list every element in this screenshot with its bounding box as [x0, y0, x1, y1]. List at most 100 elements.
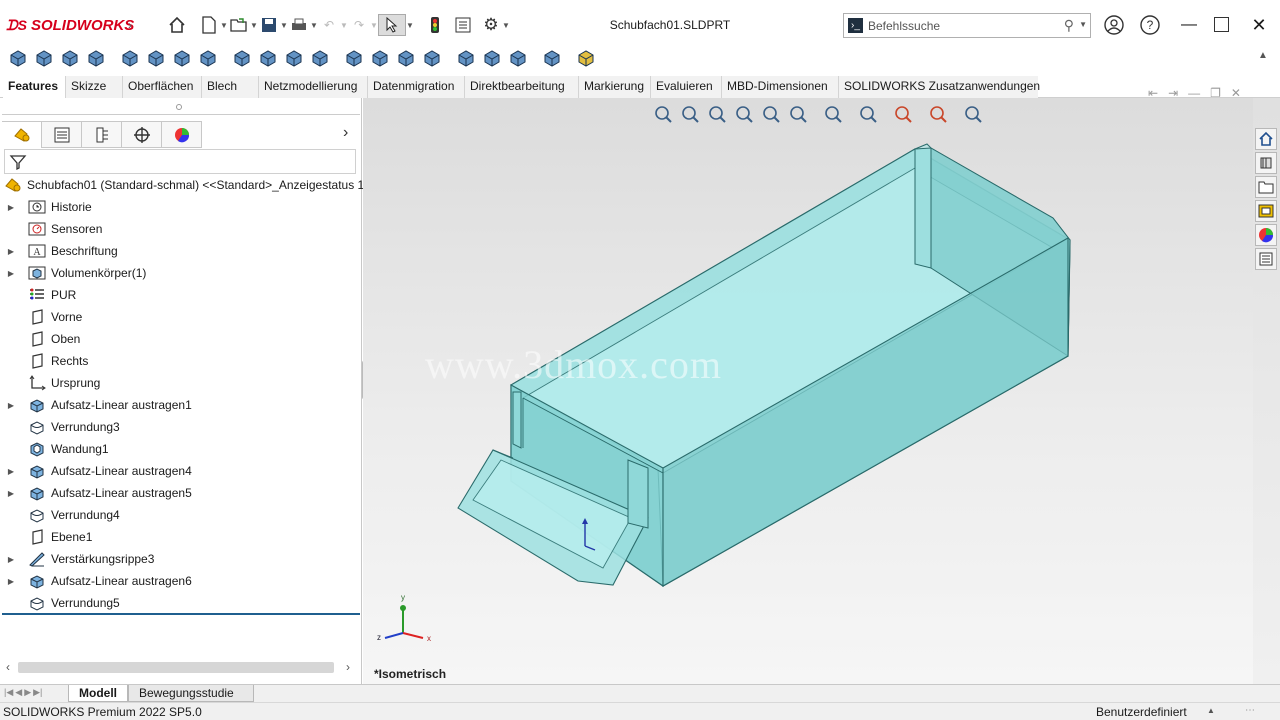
chevron-down-icon[interactable]: ▼ — [1079, 20, 1087, 29]
wrap-icon[interactable] — [396, 48, 418, 70]
intersect-icon[interactable] — [456, 48, 478, 70]
expand-arrow-icon[interactable]: ▶ — [6, 401, 16, 410]
open-folder-icon[interactable] — [228, 14, 250, 36]
user-account-icon[interactable] — [1103, 14, 1125, 36]
last-tab-icon[interactable]: ▶| — [33, 687, 42, 698]
tree-item[interactable]: ▶ A Beschriftung — [6, 240, 118, 262]
tree-item[interactable]: Oben — [6, 328, 80, 350]
reference-geometry-icon[interactable] — [508, 48, 538, 70]
rebuild-traffic-light-icon[interactable] — [424, 14, 446, 36]
tab-7[interactable]: Direktbearbeitung — [464, 76, 578, 98]
tree-item[interactable]: PUR — [6, 284, 76, 306]
bottom-tab-1[interactable]: Modell — [68, 685, 128, 702]
orientation-triad[interactable]: y x z — [373, 588, 443, 648]
tree-item[interactable]: ▶ Aufsatz-Linear austragen6 — [6, 570, 192, 592]
gear-icon[interactable]: ⚙ — [480, 14, 502, 36]
lofted-boss-icon[interactable] — [86, 48, 116, 70]
feature-tree-filter[interactable] — [4, 149, 356, 174]
redo-icon[interactable]: ↷ — [348, 14, 370, 36]
hole-wizard-icon[interactable] — [172, 48, 194, 70]
chevron-up-icon[interactable]: ▲ — [1207, 706, 1215, 715]
curves-icon[interactable] — [542, 48, 572, 70]
new-document-icon[interactable] — [198, 14, 220, 36]
scrollbar-thumb[interactable] — [18, 662, 334, 673]
first-tab-icon[interactable]: |◀ — [4, 687, 13, 698]
bottom-tab-2[interactable]: Bewegungsstudie 1 — [128, 685, 254, 716]
rollback-bar[interactable] — [2, 613, 360, 615]
tree-item[interactable]: ▶ Aufsatz-Linear austragen1 — [6, 394, 192, 416]
tab-dimxpert-manager[interactable] — [122, 121, 162, 148]
tab-6[interactable]: Datenmigration — [367, 76, 464, 98]
mirror-icon[interactable] — [482, 48, 504, 70]
solidworks-logo[interactable]: ᗪS SOLIDWORKS — [6, 14, 134, 36]
prev-tab-icon[interactable]: ◀ — [15, 687, 22, 698]
file-properties-icon[interactable] — [452, 14, 474, 36]
chevron-up-icon[interactable]: ▲ — [1258, 50, 1268, 61]
tree-item[interactable]: Ebene1 — [6, 526, 92, 548]
appearances-icon[interactable] — [1255, 224, 1277, 246]
tab-11[interactable]: SOLIDWORKS Zusatzanwendungen — [838, 76, 1040, 98]
revolved-cut-icon[interactable] — [198, 48, 228, 70]
chevron-down-icon[interactable]: ▼ — [280, 14, 288, 36]
draft-icon[interactable] — [422, 48, 452, 70]
tree-item[interactable]: Vorne — [6, 306, 82, 328]
chevron-right-icon[interactable]: › — [343, 124, 348, 142]
tree-item[interactable]: ▶ Verstärkungsrippe3 — [6, 548, 154, 570]
file-explorer-icon[interactable] — [1255, 176, 1277, 198]
chevron-down-icon[interactable]: ▼ — [310, 14, 318, 36]
tree-item[interactable]: Wandung1 — [6, 438, 109, 460]
expand-arrow-icon[interactable]: ▶ — [6, 555, 16, 564]
tree-item[interactable]: Verrundung4 — [6, 504, 120, 526]
print-icon[interactable] — [288, 14, 310, 36]
tab-display-manager[interactable] — [162, 121, 202, 148]
rib-icon[interactable] — [370, 48, 392, 70]
design-library-icon[interactable] — [1255, 152, 1277, 174]
expand-arrow-icon[interactable]: ▶ — [6, 489, 16, 498]
menu-expand-icon[interactable]: › — [128, 14, 138, 36]
undo-icon[interactable]: ↶ — [318, 14, 340, 36]
search-icon[interactable]: ⚲ — [1064, 17, 1074, 34]
minimize-icon[interactable]: — — [1178, 14, 1200, 36]
swept-cut-icon[interactable] — [232, 48, 254, 70]
instant3d-icon[interactable] — [576, 48, 598, 70]
maximize-icon[interactable] — [1214, 17, 1229, 32]
tab-4[interactable]: Blech — [201, 76, 258, 98]
tab-1[interactable]: Features — [3, 76, 65, 98]
save-icon[interactable] — [258, 14, 280, 36]
tree-item[interactable]: ▶ Aufsatz-Linear austragen4 — [6, 460, 192, 482]
expand-arrow-icon[interactable]: ▶ — [6, 577, 16, 586]
tree-item[interactable]: ▶ Aufsatz-Linear austragen5 — [6, 482, 192, 504]
boundary-boss-icon[interactable] — [120, 48, 142, 70]
tab-configuration-manager[interactable] — [82, 121, 122, 148]
tree-item[interactable]: Sensoren — [6, 218, 102, 240]
help-tooltip-icon[interactable]: ⋯ — [1245, 705, 1255, 716]
chevron-down-icon[interactable]: ▼ — [406, 14, 414, 36]
tab-feature-manager[interactable] — [2, 121, 42, 148]
view-palette-icon[interactable] — [1255, 200, 1277, 222]
swept-boss-icon[interactable] — [60, 48, 82, 70]
tree-item[interactable]: Verrundung5 — [6, 592, 120, 614]
home-icon[interactable] — [166, 14, 188, 36]
linear-pattern-icon[interactable] — [344, 48, 366, 70]
pane-splitter-handle[interactable] — [176, 104, 182, 110]
tree-item[interactable]: ▶ Volumenkörper(1) — [6, 262, 146, 284]
fillet-icon[interactable] — [310, 48, 340, 70]
close-icon[interactable]: ✕ — [1248, 14, 1270, 36]
tree-item[interactable]: Rechts — [6, 350, 88, 372]
tab-3[interactable]: Oberflächen — [122, 76, 201, 98]
revolved-boss-icon[interactable] — [34, 48, 56, 70]
help-icon[interactable]: ? — [1139, 14, 1161, 36]
tab-5[interactable]: Netzmodellierung — [258, 76, 367, 98]
chevron-down-icon[interactable]: ▼ — [220, 14, 228, 36]
extruded-boss-icon[interactable] — [8, 48, 30, 70]
next-tab-icon[interactable]: ▶ — [24, 687, 31, 698]
expand-arrow-icon[interactable]: ▶ — [6, 247, 16, 256]
home-icon[interactable] — [1255, 128, 1277, 150]
boundary-cut-icon[interactable] — [284, 48, 306, 70]
chevron-down-icon[interactable]: ▼ — [250, 14, 258, 36]
chevron-left-icon[interactable]: ‹ — [6, 660, 10, 674]
tree-root-part[interactable]: Schubfach01 (Standard-schmal) <<Standard… — [4, 174, 368, 196]
extruded-cut-icon[interactable] — [146, 48, 168, 70]
custom-properties-icon[interactable] — [1255, 248, 1277, 270]
chevron-down-icon[interactable]: ▼ — [370, 14, 378, 36]
